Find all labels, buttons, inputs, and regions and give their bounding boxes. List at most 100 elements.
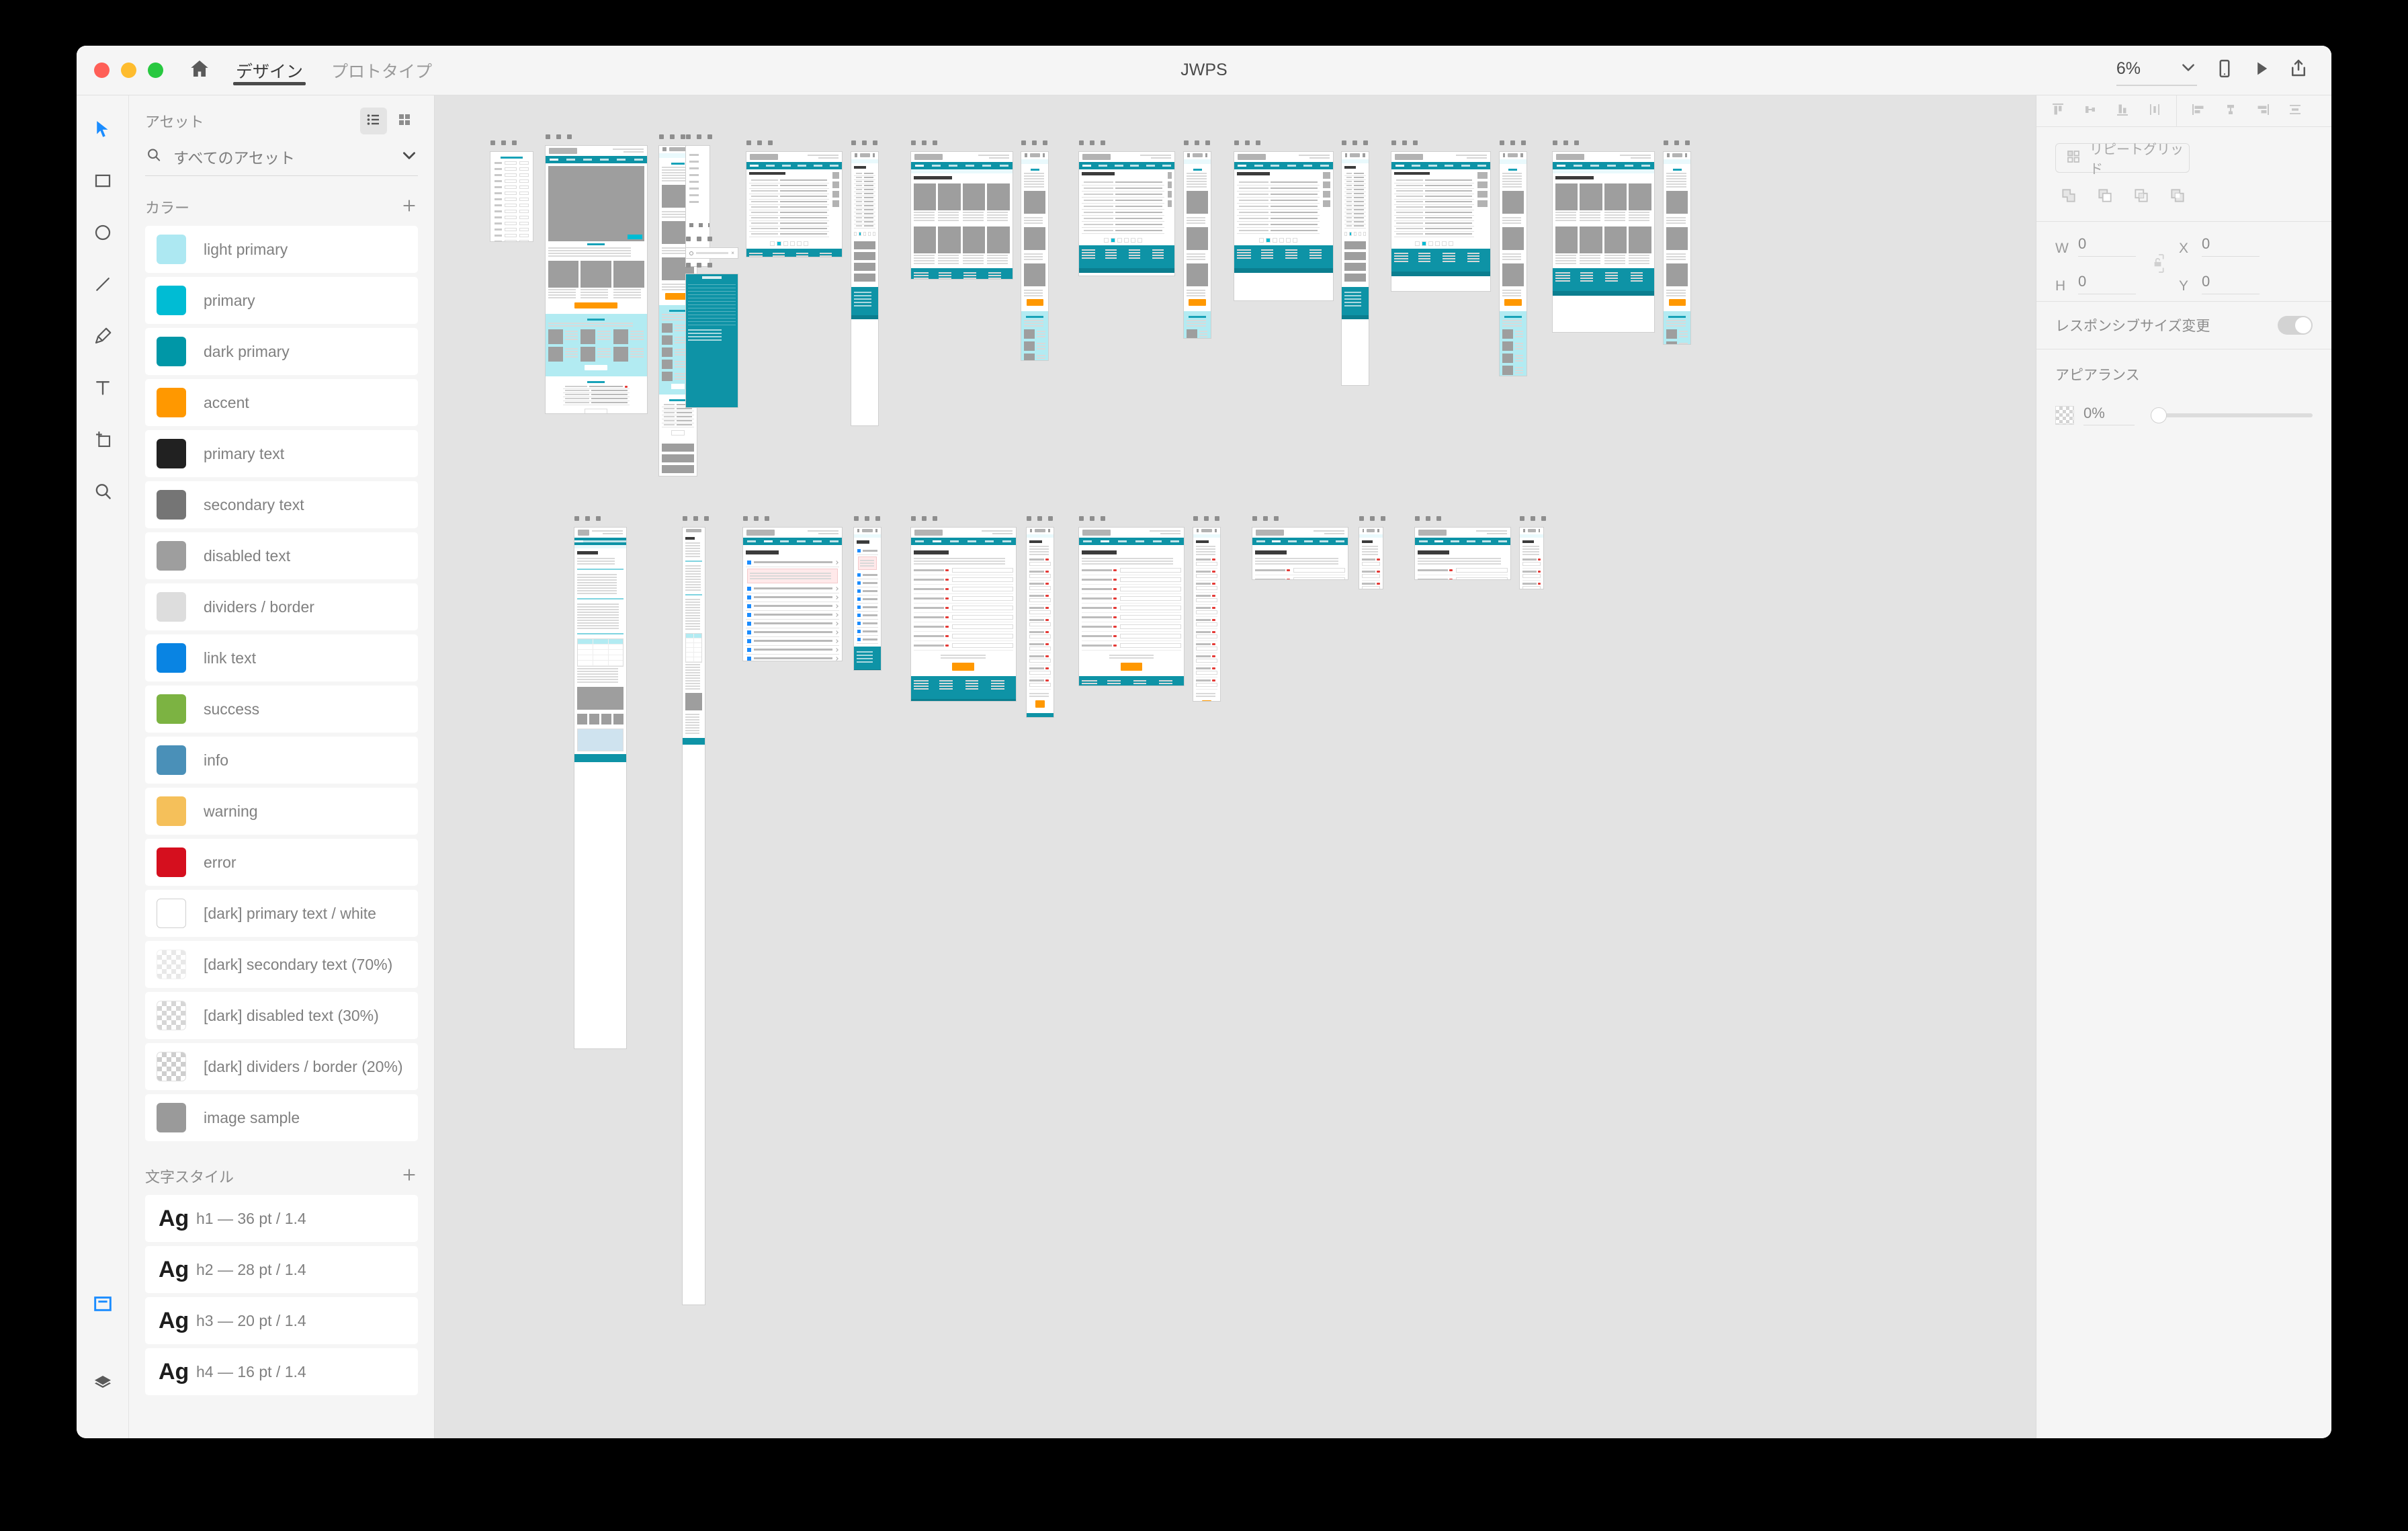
- maximize-window-button[interactable]: [148, 63, 163, 78]
- artboard-card-list-desktop[interactable]: [1078, 151, 1175, 276]
- artboard-faq-desktop[interactable]: [742, 526, 843, 661]
- list-view-button[interactable]: [360, 108, 387, 134]
- artboard-index-desktop[interactable]: [1551, 151, 1655, 333]
- color-asset-row[interactable]: accent: [145, 379, 418, 426]
- artboard-group[interactable]: ×: [685, 237, 738, 259]
- artboard-news-detail-mobile[interactable]: [1021, 151, 1049, 361]
- color-asset-row[interactable]: secondary text: [145, 481, 418, 528]
- y-value[interactable]: 0: [2202, 273, 2260, 294]
- artboard-label[interactable]: [1519, 515, 1547, 521]
- boolean-intersect-button[interactable]: [2128, 183, 2155, 210]
- opacity-slider[interactable]: [2151, 407, 2313, 423]
- rectangle-tool[interactable]: [84, 163, 122, 201]
- align-top-button[interactable]: [2042, 95, 2074, 126]
- artboard-label[interactable]: [1021, 140, 1049, 145]
- artboard-group[interactable]: [1519, 515, 1547, 589]
- artboard-group[interactable]: [1358, 515, 1385, 589]
- artboard-components-mobile[interactable]: [682, 526, 706, 1305]
- artboard-label[interactable]: [685, 263, 738, 268]
- artboard-group[interactable]: [1021, 140, 1049, 361]
- align-right-button[interactable]: [2247, 95, 2279, 126]
- artboard-label[interactable]: [1341, 140, 1369, 145]
- artboard-sitemap-board[interactable]: [489, 151, 533, 242]
- artboard-label[interactable]: [1499, 140, 1527, 145]
- artboard-label[interactable]: [1078, 515, 1185, 521]
- grid-view-button[interactable]: [391, 108, 418, 134]
- artboard-archive-mobile[interactable]: [1498, 151, 1527, 376]
- repeat-grid-button[interactable]: リピートグリッド: [2055, 142, 2190, 177]
- boolean-add-button[interactable]: [2055, 183, 2082, 210]
- color-asset-row[interactable]: link text: [145, 634, 418, 681]
- device-preview-button[interactable]: [2214, 58, 2235, 82]
- artboard-group[interactable]: [489, 140, 533, 242]
- artboard-components-desktop[interactable]: [574, 526, 628, 1049]
- aspect-lock-button[interactable]: [2136, 250, 2179, 280]
- artboard-group[interactable]: [1078, 515, 1185, 686]
- artboard-faq-mobile[interactable]: [853, 526, 882, 671]
- artboard-error-desktop[interactable]: [1414, 526, 1512, 580]
- align-middle-button[interactable]: [2074, 95, 2106, 126]
- artboard-label[interactable]: [1234, 140, 1334, 145]
- pen-tool[interactable]: [84, 319, 122, 356]
- artboard-group[interactable]: [685, 263, 738, 409]
- line-tool[interactable]: [84, 267, 122, 304]
- text-tool[interactable]: [84, 370, 122, 408]
- boolean-subtract-button[interactable]: [2092, 183, 2118, 210]
- minimize-window-button[interactable]: [121, 63, 136, 78]
- color-asset-row[interactable]: light primary: [145, 226, 418, 273]
- artboard-label[interactable]: [1391, 140, 1491, 145]
- artboard-group[interactable]: [1498, 140, 1527, 376]
- y-field[interactable]: Y 0: [2179, 273, 2260, 294]
- artboard-label[interactable]: [1193, 515, 1221, 521]
- add-text-style-button[interactable]: [400, 1166, 418, 1187]
- artboard-label[interactable]: [853, 515, 882, 521]
- artboard-group[interactable]: [851, 140, 879, 426]
- artboard-group[interactable]: [544, 134, 648, 414]
- add-color-button[interactable]: [400, 197, 418, 218]
- artboard-group[interactable]: [1078, 140, 1175, 276]
- select-tool[interactable]: [84, 112, 122, 149]
- color-asset-row[interactable]: image sample: [145, 1094, 418, 1141]
- artboard-search-mobile[interactable]: [1340, 151, 1369, 386]
- align-left-button[interactable]: [2182, 95, 2214, 126]
- artboard-group[interactable]: [1551, 140, 1655, 333]
- artboard-label[interactable]: [574, 515, 627, 521]
- chevron-down-icon[interactable]: [400, 147, 418, 167]
- color-asset-row[interactable]: primary text: [145, 430, 418, 477]
- color-asset-row[interactable]: warning: [145, 788, 418, 835]
- artboard-group[interactable]: [746, 140, 843, 257]
- tab-prototype[interactable]: プロトタイプ: [329, 46, 435, 95]
- color-asset-row[interactable]: dark primary: [145, 328, 418, 375]
- artboard-label[interactable]: [742, 515, 843, 521]
- artboard-group[interactable]: [910, 140, 1013, 280]
- align-bottom-button[interactable]: [2106, 95, 2139, 126]
- design-canvas[interactable]: ×: [435, 95, 2036, 1438]
- color-asset-row[interactable]: disabled text: [145, 532, 418, 579]
- artboard-news-list-desktop[interactable]: [746, 151, 843, 257]
- artboard-label[interactable]: [1078, 140, 1175, 145]
- distribute-vertical-button[interactable]: [2139, 95, 2171, 126]
- artboard-label[interactable]: [545, 134, 648, 139]
- artboard-label[interactable]: [1026, 515, 1054, 521]
- artboard-label[interactable]: [682, 515, 710, 521]
- artboard-news-detail-desktop[interactable]: [910, 151, 1013, 280]
- tab-design[interactable]: デザイン: [233, 46, 306, 95]
- artboard-confirm-mobile[interactable]: [1193, 526, 1221, 702]
- artboard-label[interactable]: [1359, 515, 1385, 521]
- artboard-label[interactable]: [851, 140, 879, 145]
- distribute-horizontal-button[interactable]: [2279, 95, 2311, 126]
- color-asset-row[interactable]: primary: [145, 277, 418, 324]
- color-asset-row[interactable]: [dark] dividers / border (20%): [145, 1043, 418, 1090]
- text-style-row[interactable]: Ag h4 — 16 pt / 1.4: [145, 1348, 418, 1395]
- color-asset-row[interactable]: [dark] primary text / white: [145, 890, 418, 937]
- artboard-complete-mobile[interactable]: [1358, 526, 1383, 589]
- opacity-value[interactable]: 0%: [2083, 405, 2135, 425]
- artboard-group[interactable]: [853, 515, 882, 671]
- color-asset-row[interactable]: error: [145, 839, 418, 886]
- color-asset-row[interactable]: info: [145, 737, 418, 784]
- artboard-home-desktop[interactable]: [544, 144, 648, 414]
- artboard-form-desktop[interactable]: [910, 526, 1017, 702]
- ellipse-tool[interactable]: [84, 215, 122, 253]
- home-button[interactable]: [189, 58, 210, 83]
- close-window-button[interactable]: [94, 63, 110, 78]
